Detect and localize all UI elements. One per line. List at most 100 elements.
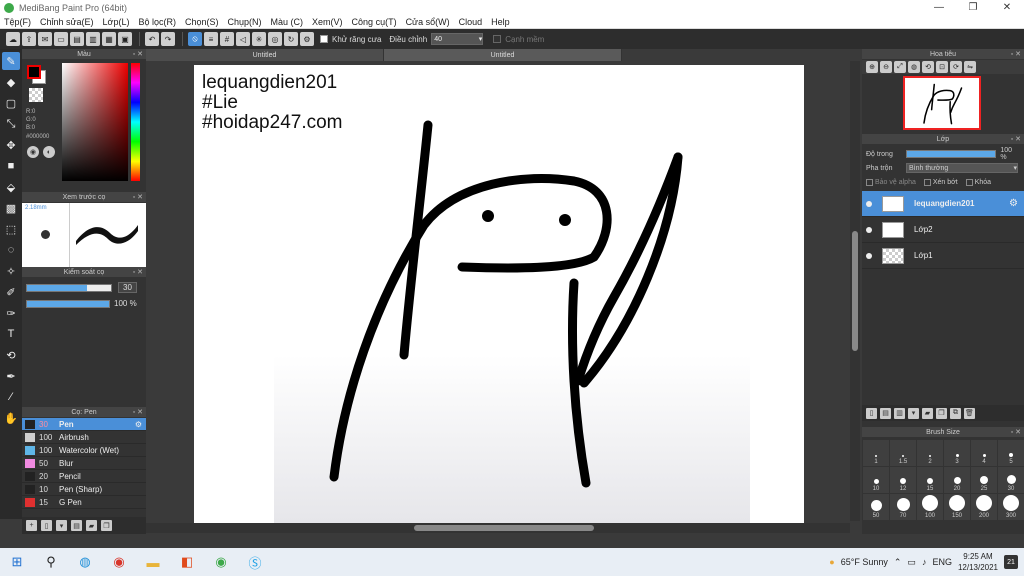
menu-filter[interactable]: Bộ lọc(R): [138, 17, 176, 27]
blend-mode-select[interactable]: Bình thường ▾: [906, 163, 1018, 173]
rotate-left-icon[interactable]: ⟲: [922, 61, 934, 73]
vanish-snap-icon[interactable]: ◁: [236, 32, 250, 46]
chrome-icon[interactable]: ◉: [102, 548, 136, 576]
tab-document-1[interactable]: Untitled: [146, 49, 384, 61]
clock[interactable]: 9:25 AM 12/13/2021: [958, 551, 998, 573]
adjust-select[interactable]: 40 ▾: [431, 33, 484, 45]
undo-icon[interactable]: ↶: [145, 32, 159, 46]
menu-file[interactable]: Tệp(F): [4, 17, 31, 27]
delete-layer-icon[interactable]: 🗑: [964, 407, 975, 419]
tab-document-2[interactable]: Untitled: [384, 49, 622, 61]
brush-size-cell[interactable]: 10: [863, 467, 889, 493]
redo-icon[interactable]: ↷: [161, 32, 175, 46]
visibility-icon[interactable]: [866, 200, 872, 207]
brush-list-item[interactable]: 50 Blur: [22, 457, 146, 470]
brush-size-cell[interactable]: 3: [944, 440, 970, 466]
soft-edge-checkbox[interactable]: [493, 35, 502, 43]
brush-size-cell[interactable]: 1: [863, 440, 889, 466]
clip-checkbox[interactable]: [923, 178, 931, 186]
brush-size-cell[interactable]: 20: [944, 467, 970, 493]
menu-select[interactable]: Chọn(S): [185, 17, 219, 27]
folder-icon[interactable]: ▰: [86, 520, 97, 531]
pages-icon[interactable]: ▥: [86, 32, 100, 46]
snap-settings-icon[interactable]: ⚙: [300, 32, 314, 46]
curve-snap-icon[interactable]: ↻: [284, 32, 298, 46]
vertical-scroll-thumb[interactable]: [852, 231, 858, 351]
skype-icon[interactable]: Ⓢ: [238, 548, 272, 576]
fill-rect-icon[interactable]: ■: [2, 157, 20, 175]
divide-tool-icon[interactable]: ⟲: [2, 346, 20, 364]
brush-list-item[interactable]: 100 Watercolor (Wet): [22, 444, 146, 457]
menu-window[interactable]: Cửa sổ(W): [406, 17, 450, 27]
brush-size-cell[interactable]: 2: [917, 440, 943, 466]
horizontal-scroll-thumb[interactable]: [414, 525, 594, 531]
grid-icon[interactable]: ▦: [102, 32, 116, 46]
brush-list-item[interactable]: 100 Airbrush: [22, 431, 146, 444]
weather-text[interactable]: 65°F Sunny: [841, 557, 888, 567]
minimize-button[interactable]: —: [922, 0, 956, 15]
move-tool-icon[interactable]: ✥: [2, 136, 20, 154]
visibility-icon[interactable]: [866, 252, 872, 259]
new-brush-icon[interactable]: ▯: [41, 520, 52, 531]
pen-tool-icon[interactable]: ✒: [2, 367, 20, 385]
flip-icon[interactable]: ⇋: [964, 61, 976, 73]
new-layer-icon[interactable]: ▯: [866, 407, 877, 419]
rect-tool-icon[interactable]: ▢: [2, 94, 20, 112]
gear-icon[interactable]: ⚙: [135, 420, 142, 429]
comment-icon[interactable]: ✉: [38, 32, 52, 46]
brush-size-cell[interactable]: 5: [998, 440, 1024, 466]
duplicate-icon[interactable]: ❐: [101, 520, 112, 531]
menu-help[interactable]: Help: [491, 17, 510, 27]
palette-icon[interactable]: ◉: [27, 146, 39, 158]
drawing-canvas[interactable]: lequangdien201 #Lie #hoidap247.com: [194, 65, 804, 523]
cloud-icon[interactable]: ☁: [6, 32, 20, 46]
menu-snap[interactable]: Chụp(N): [228, 17, 262, 27]
eyedropper-icon[interactable]: ⁄: [2, 388, 20, 406]
menu-tools[interactable]: Công cụ(T): [352, 17, 397, 27]
chat-icon[interactable]: ▭: [54, 32, 68, 46]
merge-layer-icon[interactable]: ⧉: [950, 407, 961, 419]
parallel-snap-icon[interactable]: ≡: [204, 32, 218, 46]
protect-alpha-checkbox[interactable]: [866, 178, 873, 186]
antialias-checkbox[interactable]: [320, 35, 328, 43]
layer-folder-icon[interactable]: ▰: [922, 407, 933, 419]
copy-brush-icon[interactable]: ▤: [71, 520, 82, 531]
magic-wand-icon[interactable]: ✧: [2, 262, 20, 280]
brush-menu-icon[interactable]: ▾: [56, 520, 67, 531]
brush-size-cell[interactable]: 25: [971, 467, 997, 493]
panel-close-icon[interactable]: ▫ ✕: [133, 408, 143, 416]
bucket-tool-icon[interactable]: ⬙: [2, 178, 20, 196]
radial-snap-icon[interactable]: ✳: [252, 32, 266, 46]
select-pen-icon[interactable]: ✐: [2, 283, 20, 301]
brush-list-item[interactable]: 10 Pen (Sharp): [22, 483, 146, 496]
dot-tool-icon[interactable]: ⤡: [2, 115, 20, 133]
layer-row[interactable]: Lớp2: [862, 217, 1024, 243]
navigator-preview[interactable]: [862, 74, 1024, 134]
menu-cloud[interactable]: Cloud: [459, 17, 483, 27]
gear-icon[interactable]: ⚙: [1009, 198, 1018, 209]
rotate-right-icon[interactable]: ⟳: [950, 61, 962, 73]
new-8bit-layer-icon[interactable]: ▥: [894, 407, 905, 419]
brush-list-item[interactable]: 20 Pencil: [22, 470, 146, 483]
office-icon[interactable]: ◧: [170, 548, 204, 576]
eraser-tool-icon[interactable]: ◆: [2, 73, 20, 91]
tray-overflow-icon[interactable]: ⌃: [894, 557, 902, 568]
upload-icon[interactable]: ⇪: [22, 32, 36, 46]
snap-off-icon[interactable]: ⦸: [188, 32, 202, 46]
hand-tool-icon[interactable]: ✋: [2, 409, 20, 427]
brush-size-cell[interactable]: 300: [998, 494, 1024, 520]
visibility-icon[interactable]: [866, 226, 872, 233]
add-brush-icon[interactable]: +: [26, 520, 37, 531]
panel-icon[interactable]: ▣: [118, 32, 132, 46]
actual-size-icon[interactable]: ⊡: [936, 61, 948, 73]
medibang-icon[interactable]: ◉: [204, 548, 238, 576]
language-indicator[interactable]: ENG: [932, 557, 952, 567]
brush-size-cell[interactable]: 100: [917, 494, 943, 520]
foreground-color-swatch[interactable]: [27, 65, 41, 79]
panel-close-icon[interactable]: ▫ ✕: [1011, 428, 1021, 436]
edge-icon[interactable]: ◍: [68, 548, 102, 576]
volume-icon[interactable]: ♪: [922, 557, 927, 567]
select-eraser-icon[interactable]: ✑: [2, 304, 20, 322]
panel-close-icon[interactable]: ▫ ✕: [1011, 50, 1021, 58]
brush-size-cell[interactable]: 15: [917, 467, 943, 493]
